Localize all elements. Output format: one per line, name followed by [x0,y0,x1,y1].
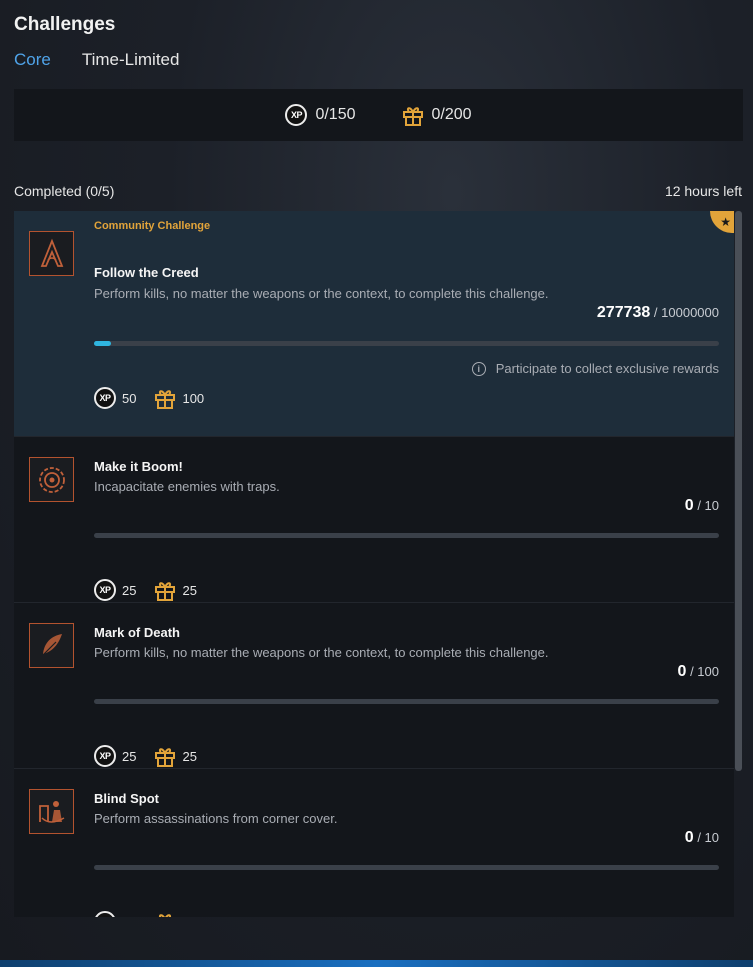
xp-summary: XP 0/150 [285,104,356,126]
list-scrollbar[interactable] [735,211,742,771]
progress-current: 277738 [596,304,651,321]
progress-counter: 0 / 100 [678,663,719,681]
tab-time-limited[interactable]: Time-Limited [82,50,180,70]
challenge-description: Perform assassinations from corner cover… [94,811,338,826]
xp-icon: XP [94,579,116,601]
progress-counter: 277738 / 10000000 [597,304,719,322]
challenge-card-blind-spot[interactable]: Blind Spot Perform assassinations from c… [14,769,734,917]
rewards-summary: XP 0/150 0/200 [14,89,743,141]
corner-cover-icon [29,789,74,834]
info-note: i Participate to collect exclusive rewar… [471,361,719,376]
tab-core[interactable]: Core [14,50,51,70]
gift-total: 0/200 [431,106,472,123]
challenge-title: Make it Boom! [94,459,183,474]
progress-total: / 10 [697,830,719,845]
progress-bar [94,699,719,704]
feather-icon [29,623,74,668]
progress-current: 0 [677,663,687,680]
xp-reward: 25 [122,748,137,764]
challenge-description: Perform kills, no matter the weapons or … [94,286,549,301]
gift-icon [159,914,172,917]
gift-icon [155,390,176,409]
xp-reward: 25 [122,915,136,918]
challenge-title: Follow the Creed [94,265,199,280]
tab-bar: Core Time-Limited [14,50,179,70]
progress-fill [94,341,112,346]
gift-reward: 25 [182,748,197,764]
gift-icon [155,748,176,767]
gift-summary: 0/200 [402,104,472,126]
rewards: XP 50 100 [94,387,204,409]
trap-icon [29,457,74,502]
xp-icon: XP [94,387,116,409]
xp-icon: XP [94,745,116,767]
star-icon: ★ [710,211,734,233]
rewards: XP 25 25 [94,911,197,917]
challenge-list[interactable]: ★ Community Challenge Follow the Creed P… [14,211,734,917]
progress-total: / 10 [697,498,719,513]
progress-counter: 0 / 10 [685,497,719,515]
xp-total: 0/150 [315,106,356,123]
challenge-card-follow-the-creed[interactable]: ★ Community Challenge Follow the Creed P… [14,211,734,437]
time-left: 12 hours left [664,183,742,199]
progress-counter: 0 / 10 [685,829,719,847]
xp-reward: 25 [122,582,137,598]
gift-icon [155,582,176,601]
xp-icon: XP [94,911,116,917]
gift-reward: 100 [182,390,205,406]
challenge-title: Blind Spot [94,791,159,806]
page-title: Challenges [14,14,116,35]
progress-total: / 10000000 [653,305,719,320]
info-text: Participate to collect exclusive rewards [495,361,719,376]
gift-reward: 25 [182,915,196,918]
info-icon: i [471,361,486,376]
challenge-card-mark-of-death[interactable]: Mark of Death Perform kills, no matter t… [14,603,734,769]
xp-icon: XP [285,104,308,126]
creed-insignia-icon [29,231,74,276]
xp-reward: 50 [122,390,137,406]
progress-bar [94,865,719,870]
bottom-accent-bar [0,960,753,967]
gift-icon [402,107,423,126]
progress-total: / 100 [690,664,719,679]
challenge-description: Incapacitate enemies with traps. [94,479,280,494]
progress-bar [94,341,719,346]
status-row: Completed (0/5) 12 hours left [14,183,742,199]
progress-current: 0 [684,829,694,846]
challenge-title: Mark of Death [94,625,180,640]
community-challenge-label: Community Challenge [94,220,211,232]
progress-current: 0 [684,497,694,514]
challenge-description: Perform kills, no matter the weapons or … [94,645,549,660]
gift-reward: 25 [182,582,197,598]
completed-count: Completed (0/5) [14,183,115,199]
challenge-card-make-it-boom[interactable]: Make it Boom! Incapacitate enemies with … [14,437,734,603]
rewards: XP 25 25 [94,579,197,601]
rewards: XP 25 25 [94,745,197,767]
progress-bar [94,533,719,538]
